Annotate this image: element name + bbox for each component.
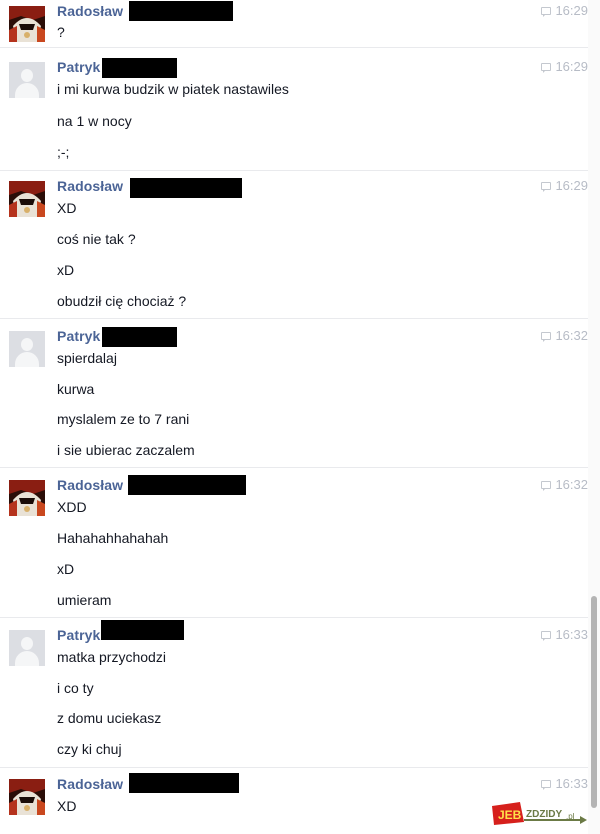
svg-text:ZDZIDY: ZDZIDY: [526, 809, 562, 820]
chat-bubble-icon: [541, 62, 552, 73]
timestamp: 16:32: [541, 328, 588, 343]
avatar[interactable]: [9, 630, 45, 666]
message-text: z domu uciekasz: [57, 710, 162, 726]
redaction-bar: [128, 475, 246, 495]
message-text: i sie ubierac zaczalem: [57, 442, 195, 458]
redaction-bar: [129, 1, 233, 21]
avatar[interactable]: [9, 6, 45, 42]
default-silhouette-icon: [21, 637, 33, 650]
message-text: na 1 w nocy: [57, 113, 132, 129]
profile-photo-icon: [9, 480, 45, 516]
message-text: ?: [57, 24, 65, 40]
sender-name[interactable]: Patryk: [57, 328, 100, 344]
separator: [0, 318, 588, 319]
timestamp-text: 16:32: [555, 477, 588, 492]
message-text: matka przychodzi: [57, 649, 166, 665]
message-text: myslalem ze to 7 rani: [57, 411, 190, 427]
redaction-bar: [129, 773, 239, 793]
timestamp-text: 16:33: [555, 627, 588, 642]
separator: [0, 467, 588, 468]
svg-text:JEB: JEB: [498, 808, 522, 822]
chat-bubble-icon: [541, 6, 552, 17]
separator: [0, 170, 588, 171]
profile-photo-icon: [9, 181, 45, 217]
message-text: ;-;: [57, 144, 70, 160]
sender-name[interactable]: Radosław: [57, 477, 123, 493]
chat-bubble-icon: [541, 779, 552, 790]
redaction-bar: [102, 327, 177, 347]
timestamp-text: 16:32: [555, 328, 588, 343]
timestamp: 16:29: [541, 59, 588, 74]
message-text: xD: [57, 262, 75, 278]
avatar[interactable]: [9, 779, 45, 815]
timestamp: 16:33: [541, 627, 588, 642]
timestamp: 16:29: [541, 3, 588, 18]
timestamp-text: 16:29: [555, 59, 588, 74]
chat-bubble-icon: [541, 181, 552, 192]
sender-name[interactable]: Patryk: [57, 627, 100, 643]
timestamp-text: 16:33: [555, 776, 588, 791]
timestamp: 16:32: [541, 477, 588, 492]
jebzdzidy-logo-icon: JEB ZDZIDY .pl: [492, 802, 587, 825]
timestamp-text: 16:29: [555, 178, 588, 193]
message-text: XD: [57, 798, 77, 814]
message-text: i mi kurwa budzik w piatek nastawiles: [57, 81, 289, 97]
chat-bubble-icon: [541, 480, 552, 491]
profile-photo-icon: [9, 779, 45, 815]
message-text: coś nie tak ?: [57, 231, 136, 247]
redaction-bar: [101, 620, 184, 640]
message-text: spierdalaj: [57, 350, 117, 366]
message-text: czy ki chuj: [57, 741, 122, 757]
separator: [0, 47, 588, 48]
separator: [0, 767, 588, 768]
default-silhouette-icon: [21, 338, 33, 351]
chat-bubble-icon: [541, 331, 552, 342]
message-text: XD: [57, 200, 77, 216]
message-text: umieram: [57, 592, 112, 608]
avatar[interactable]: [9, 331, 45, 367]
scrollbar-thumb[interactable]: [591, 596, 597, 808]
message-text: Hahahahhahahah: [57, 530, 169, 546]
scrollbar[interactable]: [588, 0, 600, 834]
timestamp: 16:33: [541, 776, 588, 791]
separator: [0, 617, 588, 618]
sender-name[interactable]: Radosław: [57, 776, 123, 792]
sender-name[interactable]: Patryk: [57, 59, 100, 75]
redaction-bar: [102, 58, 177, 78]
timestamp: 16:29: [541, 178, 588, 193]
avatar[interactable]: [9, 62, 45, 98]
message-text: xD: [57, 561, 75, 577]
sender-name[interactable]: Radosław: [57, 3, 123, 19]
chat-bubble-icon: [541, 630, 552, 641]
watermark-logo: JEB ZDZIDY .pl: [490, 800, 588, 826]
default-silhouette-icon: [21, 69, 33, 82]
redaction-bar: [130, 178, 242, 198]
message-text: i co ty: [57, 680, 94, 696]
avatar[interactable]: [9, 480, 45, 516]
timestamp-text: 16:29: [555, 3, 588, 18]
profile-photo-icon: [9, 6, 45, 42]
message-text: kurwa: [57, 381, 95, 397]
message-text: XDD: [57, 499, 87, 515]
sender-name[interactable]: Radosław: [57, 178, 123, 194]
avatar[interactable]: [9, 181, 45, 217]
message-thread: Radosław 16:29 ? Patryk 16:29 i mi kurwa…: [0, 0, 588, 834]
message-text: obudził cię chociaż ?: [57, 293, 187, 309]
